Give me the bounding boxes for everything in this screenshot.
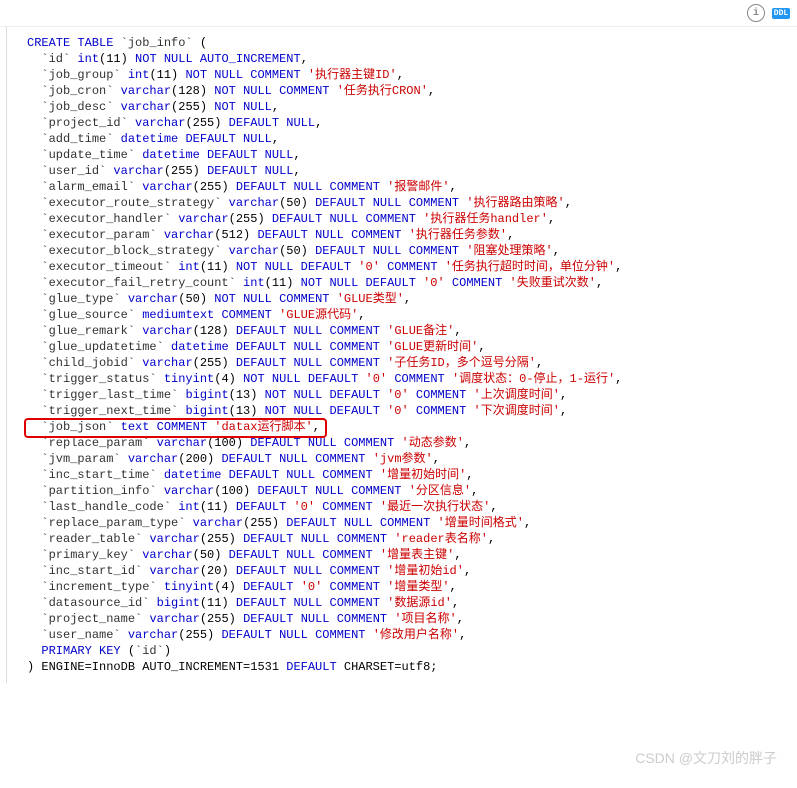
toolbar: i DDL bbox=[0, 0, 797, 27]
info-icon[interactable]: i bbox=[747, 4, 765, 22]
sql-code[interactable]: CREATE TABLE `job_info` ( `id` int(11) N… bbox=[6, 27, 797, 683]
watermark: CSDN @文刀刘的胖子 bbox=[635, 748, 777, 768]
ddl-icon[interactable]: DDL bbox=[773, 5, 789, 21]
